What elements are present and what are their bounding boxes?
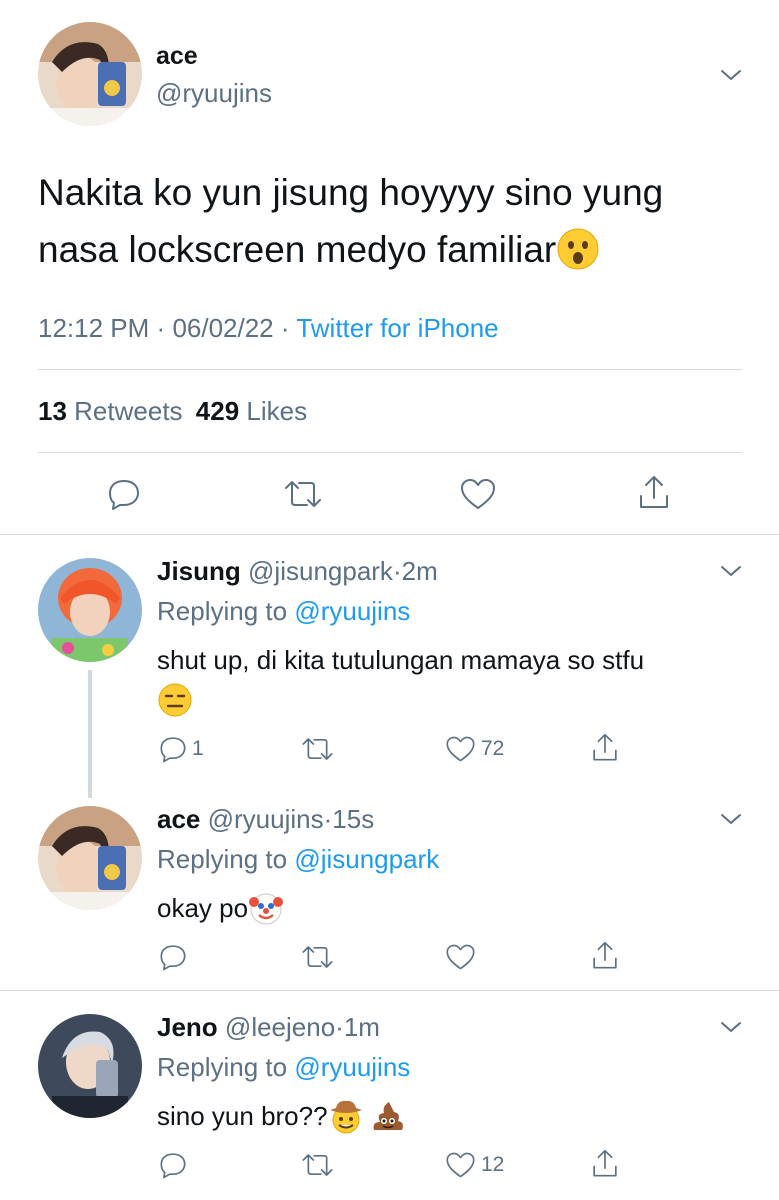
divider bbox=[38, 369, 742, 370]
reply-action[interactable]: 1 bbox=[158, 734, 204, 764]
reply-icon bbox=[160, 737, 186, 763]
divider bbox=[0, 534, 779, 535]
author-handle[interactable]: @leejeno bbox=[225, 1012, 335, 1042]
tweet-text-line-1: Nakita ko yun jisung hoyyyy sino yung bbox=[38, 172, 664, 213]
retweets-label: Retweets bbox=[74, 396, 183, 426]
author-name[interactable]: ace bbox=[157, 804, 200, 834]
replying-label: Replying to bbox=[157, 844, 288, 874]
share-icon[interactable] bbox=[636, 474, 672, 512]
like-icon[interactable] bbox=[444, 942, 477, 972]
retweet-icon[interactable] bbox=[300, 1150, 335, 1180]
like-count: 12 bbox=[481, 1153, 505, 1176]
share-icon[interactable] bbox=[590, 1148, 620, 1180]
share-icon[interactable] bbox=[590, 732, 620, 764]
tweet-text-line-2: nasa lockscreen medyo familiar bbox=[38, 229, 557, 270]
tweet-text: Nakita ko yun jisung hoyyyy sino yung na… bbox=[38, 164, 758, 278]
reply-icon[interactable] bbox=[106, 476, 142, 512]
replying-to-handle[interactable]: @ryuujins bbox=[294, 1052, 410, 1082]
reply-text-wrap: okay po bbox=[157, 890, 284, 926]
reply-header: Jisung @jisungpark·2m bbox=[157, 556, 438, 587]
retweet-icon[interactable] bbox=[282, 476, 324, 512]
retweet-icon[interactable] bbox=[300, 942, 335, 972]
author-name[interactable]: Jisung bbox=[157, 556, 241, 586]
meta-dot: · bbox=[323, 804, 333, 834]
author-name[interactable]: ace bbox=[156, 42, 198, 71]
tweet-source[interactable]: Twitter for iPhone bbox=[296, 313, 498, 343]
like-count: 72 bbox=[481, 737, 505, 760]
likes-count: 429 bbox=[195, 396, 240, 426]
reply-text: okay po bbox=[157, 892, 249, 923]
reply-header: Jeno @leejeno·1m bbox=[157, 1012, 380, 1043]
share-icon[interactable] bbox=[590, 940, 620, 972]
author-handle[interactable]: @ryuujins bbox=[208, 804, 324, 834]
reply-icon[interactable] bbox=[158, 942, 188, 972]
reply-time[interactable]: 1m bbox=[344, 1012, 380, 1042]
reply-count: 1 bbox=[192, 737, 204, 760]
retweet-icon[interactable] bbox=[300, 734, 335, 764]
replying-label: Replying to bbox=[157, 596, 288, 626]
meta-dot: · bbox=[392, 556, 402, 586]
retweets-stat[interactable]: 13 Retweets bbox=[38, 396, 190, 426]
replying-to-handle[interactable]: @ryuujins bbox=[294, 596, 410, 626]
like-icon bbox=[446, 1152, 475, 1178]
author-name[interactable]: Jeno bbox=[157, 1012, 218, 1042]
chevron-down-icon[interactable] bbox=[720, 1020, 742, 1034]
like-icon bbox=[446, 736, 475, 762]
meta-dot: · bbox=[335, 1012, 344, 1042]
reply-text: shut up, di kita tutulungan mamaya so st… bbox=[157, 645, 645, 675]
likes-label: Likes bbox=[246, 396, 308, 426]
avatar[interactable] bbox=[38, 558, 142, 662]
reply-time[interactable]: 15s bbox=[332, 804, 374, 834]
avatar[interactable] bbox=[38, 1014, 142, 1118]
replying-to: Replying to @ryuujins bbox=[157, 1052, 410, 1083]
divider bbox=[0, 990, 779, 991]
retweets-count: 13 bbox=[38, 396, 67, 426]
replying-to: Replying to @jisungpark bbox=[157, 844, 439, 875]
replying-to-handle[interactable]: @jisungpark bbox=[294, 844, 439, 874]
tweet-meta: 12:12 PM · 06/02/22 · Twitter for iPhone bbox=[38, 313, 499, 344]
reply-text-wrap: sino yun bro?? bbox=[157, 1098, 406, 1134]
like-action[interactable]: 72 bbox=[444, 734, 504, 764]
tweet-date[interactable]: 06/02/22 bbox=[172, 313, 273, 343]
clown-face-icon bbox=[249, 893, 284, 925]
astonished-face-icon bbox=[557, 228, 599, 270]
author-handle[interactable]: @jisungpark bbox=[248, 556, 393, 586]
avatar[interactable] bbox=[38, 22, 142, 126]
reply-icon[interactable] bbox=[158, 1150, 188, 1180]
tweet-stats: 13 Retweets 429 Likes bbox=[38, 396, 307, 427]
replying-to: Replying to @ryuujins bbox=[157, 596, 410, 627]
reply-time[interactable]: 2m bbox=[402, 556, 438, 586]
like-icon[interactable] bbox=[458, 476, 498, 512]
divider bbox=[38, 452, 742, 453]
chevron-down-icon[interactable] bbox=[720, 68, 742, 82]
likes-stat[interactable]: 429 Likes bbox=[196, 396, 307, 426]
pile-of-poo-icon bbox=[373, 1102, 403, 1130]
tweet-time[interactable]: 12:12 PM bbox=[38, 313, 149, 343]
chevron-down-icon[interactable] bbox=[720, 564, 742, 578]
meta-separator: · bbox=[156, 313, 166, 343]
avatar[interactable] bbox=[38, 806, 142, 910]
reply-header: ace @ryuujins·15s bbox=[157, 804, 374, 835]
meta-separator: · bbox=[280, 313, 290, 343]
cowboy-face-icon bbox=[329, 1100, 362, 1134]
reply-text: sino yun bro?? bbox=[157, 1100, 328, 1131]
like-action[interactable]: 12 bbox=[444, 1150, 504, 1180]
chevron-down-icon[interactable] bbox=[720, 812, 742, 826]
author-handle[interactable]: @ryuujins bbox=[156, 78, 272, 109]
replying-label: Replying to bbox=[157, 1052, 288, 1082]
expressionless-face-icon bbox=[158, 683, 192, 717]
thread-line bbox=[88, 670, 92, 798]
